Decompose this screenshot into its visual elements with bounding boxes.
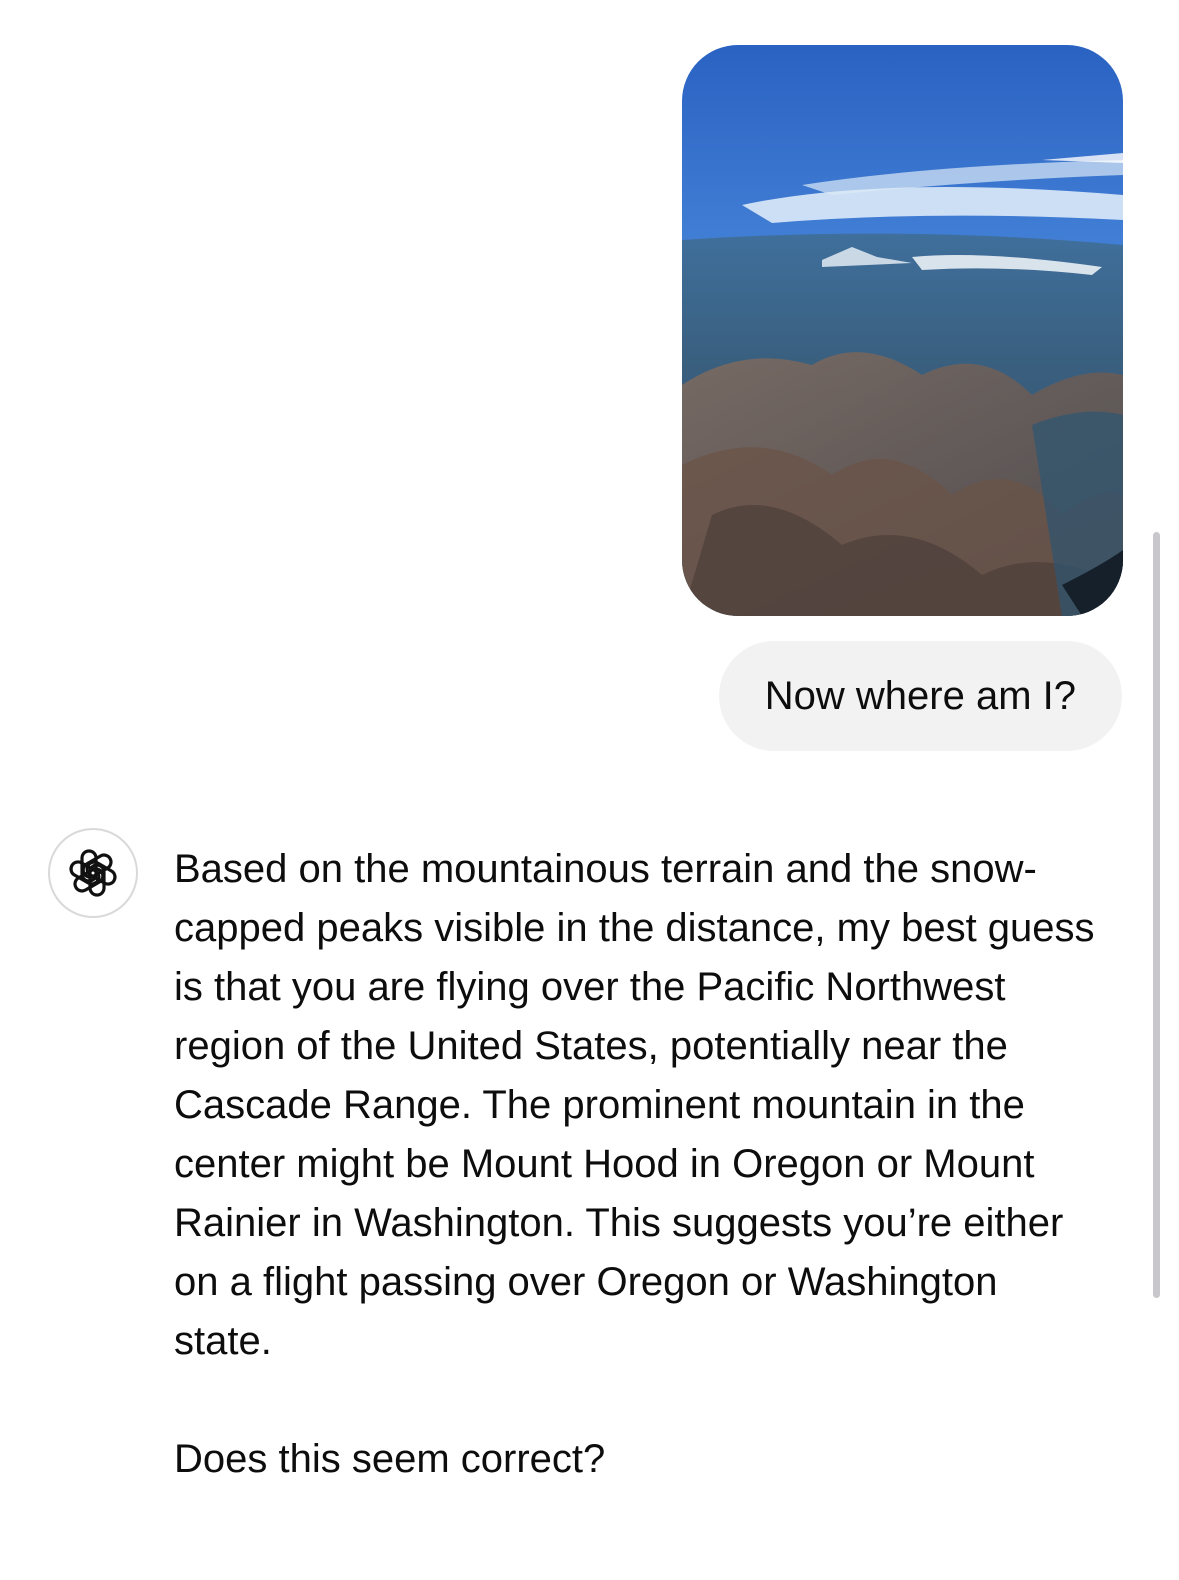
assistant-paragraph: Based on the mountainous terrain and the… (174, 847, 1095, 1363)
user-message-bubble: Now where am I? (718, 641, 1122, 751)
scrollbar[interactable] (1153, 532, 1160, 1298)
user-uploaded-photo[interactable] (682, 45, 1123, 616)
assistant-message: Based on the mountainous terrain and the… (174, 840, 1104, 1489)
openai-logo-icon (69, 849, 117, 897)
user-message-text: Now where am I? (764, 673, 1076, 718)
assistant-paragraph: Does this seem correct? (174, 1437, 606, 1481)
assistant-avatar (48, 828, 138, 918)
aerial-mountain-image (682, 45, 1123, 616)
